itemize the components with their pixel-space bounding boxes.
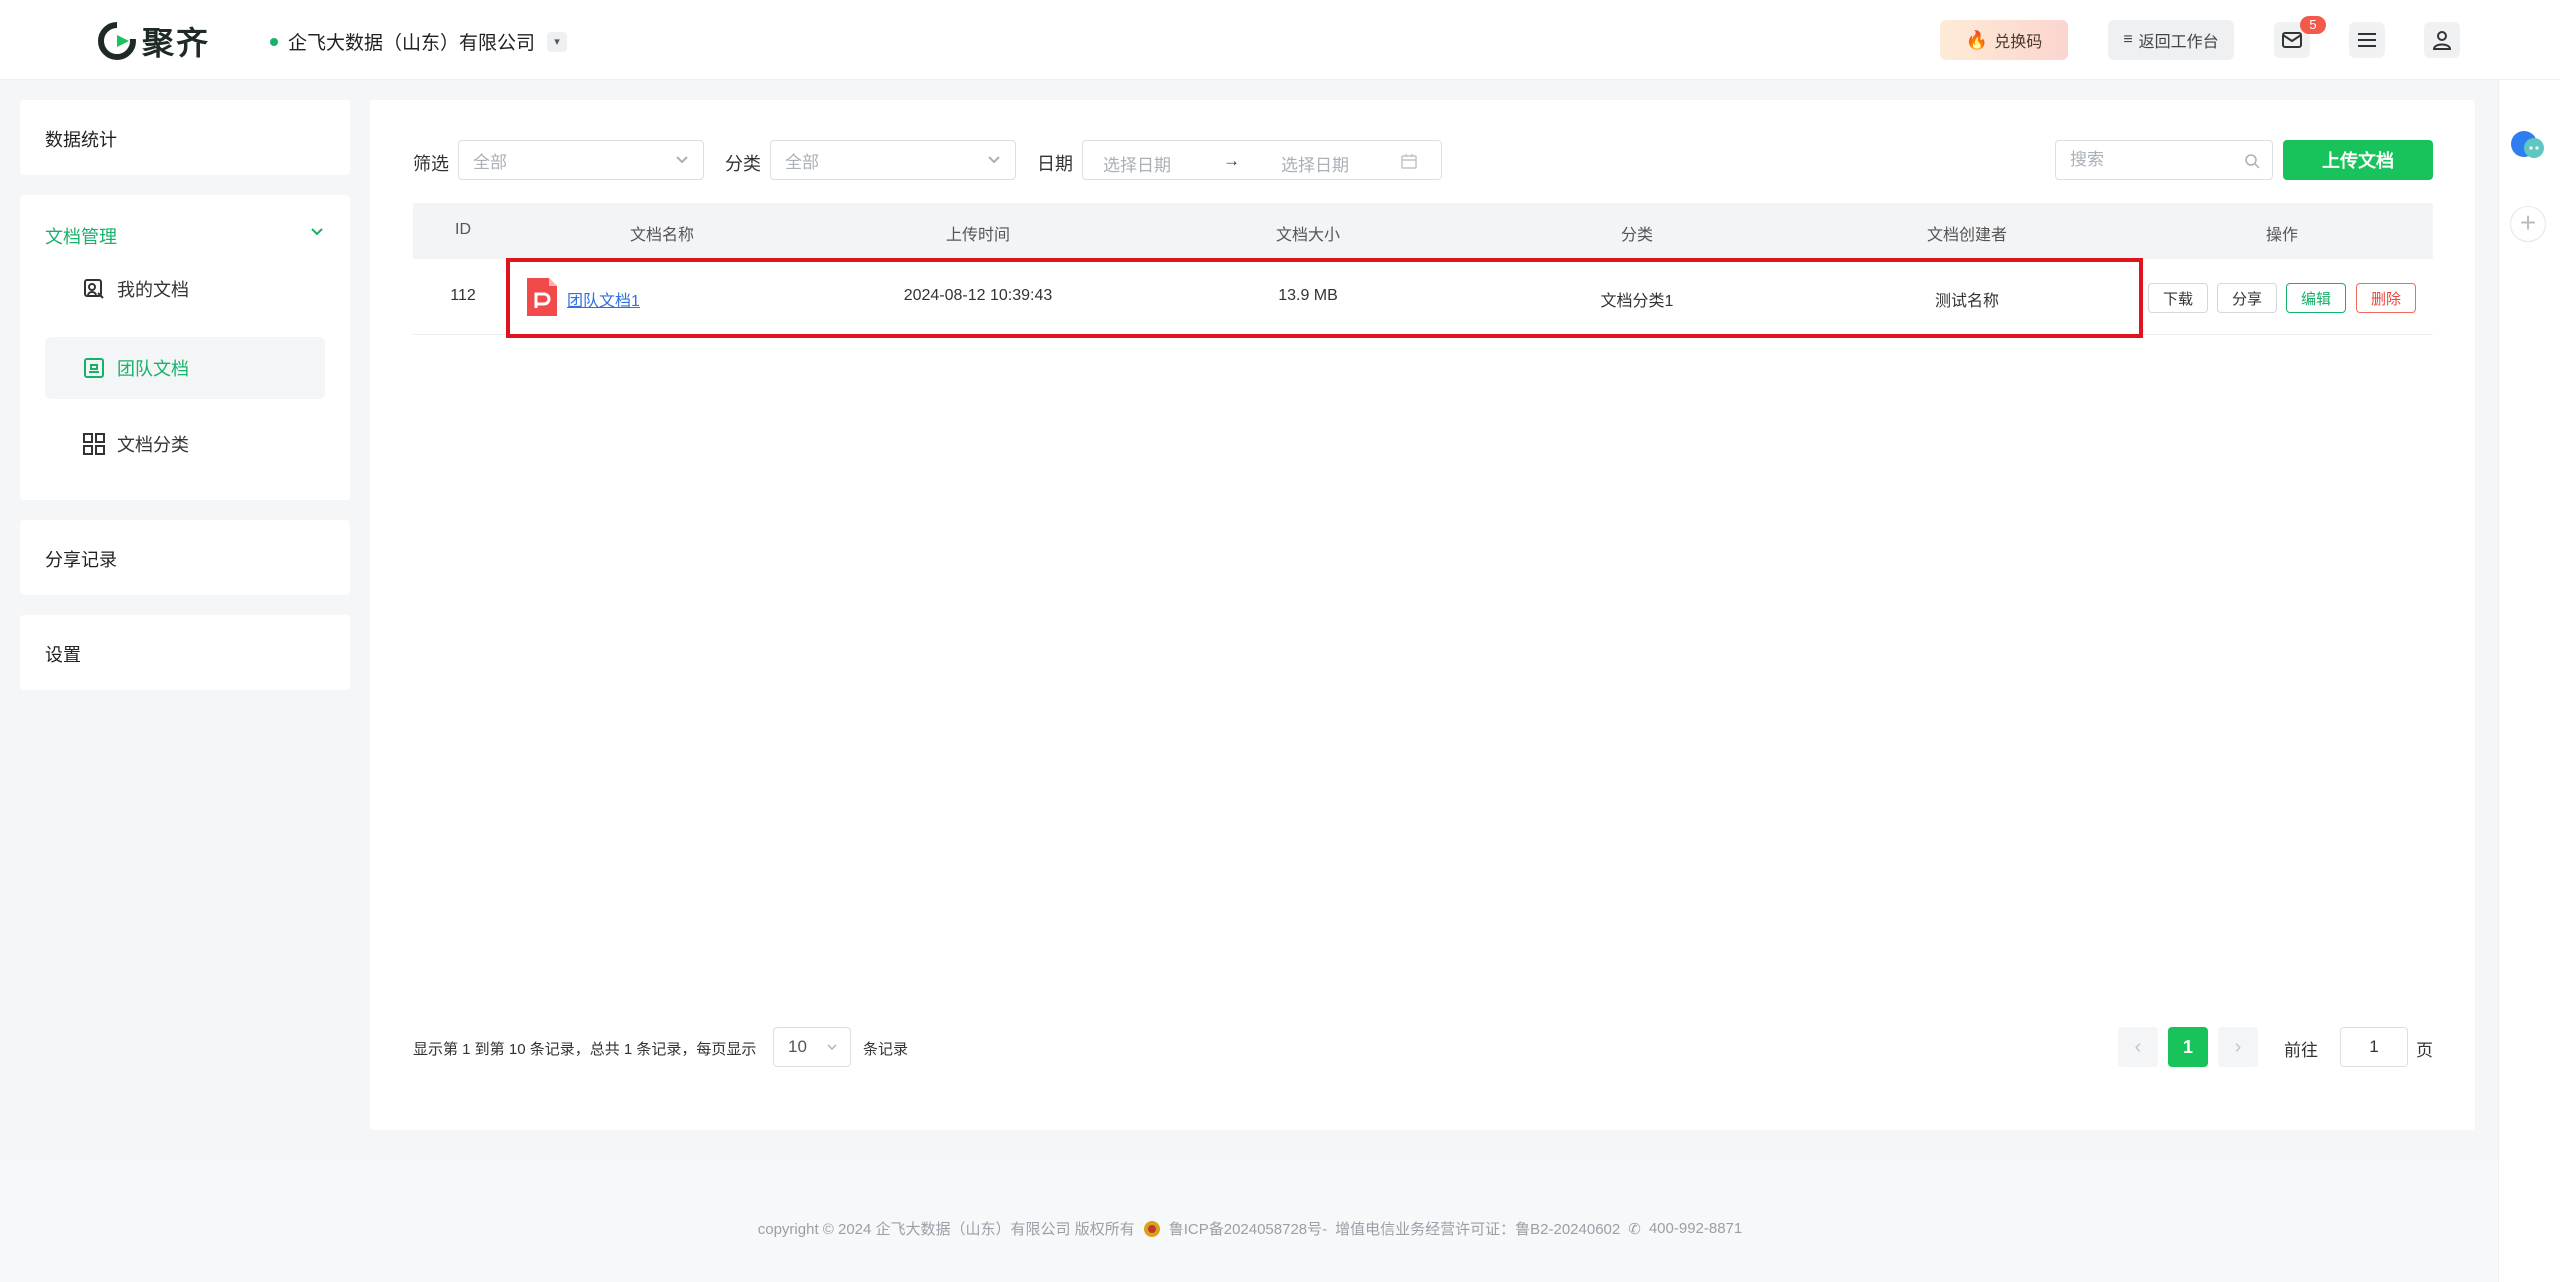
goto-label: 前往 — [2284, 1041, 2318, 1060]
search-placeholder: 搜索 — [2070, 150, 2104, 169]
back-to-workbench-button[interactable]: ≡ 返回工作台 — [2108, 20, 2234, 60]
sidebar-item-team-docs[interactable]: 团队文档 — [45, 337, 325, 399]
col-creator: 文档创建者 — [1926, 227, 2008, 244]
sidebar-item-stats[interactable]: 数据统计 — [20, 100, 350, 175]
phone-icon: ✆ — [1628, 1220, 1641, 1238]
menu-button[interactable] — [2349, 22, 2385, 58]
my-docs-label: 我的文档 — [117, 280, 189, 300]
company-name: 企飞大数据（山东）有限公司 — [288, 33, 536, 54]
col-size: 文档大小 — [1275, 227, 1341, 244]
mail-count-badge: 5 — [2300, 16, 2326, 34]
col-id: ID — [455, 221, 471, 238]
date-end-input[interactable]: 选择日期 — [1281, 151, 1349, 176]
cell-id: 112 — [450, 287, 476, 304]
chevron-left-icon: ‹ — [2134, 1035, 2142, 1058]
menu-icon — [2358, 33, 2376, 47]
filter-select[interactable]: 全部 — [458, 140, 704, 180]
redeem-label: 兑换码 — [1994, 34, 2043, 51]
doc-categories-label: 文档分类 — [117, 435, 189, 455]
redeem-code-button[interactable]: 🔥 兑换码 — [1940, 20, 2068, 60]
chevron-right-icon: › — [2234, 1035, 2242, 1058]
next-page-button[interactable]: › — [2218, 1027, 2258, 1067]
stats-label: 数据统计 — [45, 130, 117, 150]
filter-label: 筛选 — [413, 154, 449, 174]
license-text: 增值电信业务经营许可证：鲁B2-20240602 — [1335, 1221, 1621, 1238]
table-header: ID 文档名称 上传时间 文档大小 分类 文档创建者 操作 — [413, 203, 2433, 259]
filter-value: 全部 — [473, 152, 507, 172]
chevron-down-icon — [676, 156, 688, 164]
sidebar-item-doc-categories[interactable]: 文档分类 — [45, 413, 325, 475]
share-button[interactable]: 分享 — [2217, 283, 2277, 313]
my-docs-icon — [84, 279, 104, 299]
page-1-button[interactable]: 1 — [2168, 1027, 2208, 1067]
mail-icon — [2282, 32, 2302, 48]
team-docs-label: 团队文档 — [117, 359, 189, 379]
page-size-value: 10 — [788, 1037, 807, 1056]
col-actions: 操作 — [2265, 227, 2299, 244]
upload-document-button[interactable]: 上传文档 — [2283, 140, 2433, 180]
sidebar-item-share-records[interactable]: 分享记录 — [20, 520, 350, 595]
grid-icon — [83, 433, 105, 455]
list-icon: ≡ — [2123, 31, 2133, 48]
date-start-input[interactable]: 选择日期 — [1103, 151, 1171, 176]
col-category: 分类 — [1620, 227, 1654, 244]
brand-name: 聚齐 — [142, 25, 211, 61]
sidebar-item-my-docs[interactable]: 我的文档 — [45, 258, 325, 320]
copyright-text: copyright © 2024 企飞大数据（山东）有限公司 版权所有 — [757, 1221, 1135, 1238]
team-docs-icon — [84, 358, 104, 378]
footer-info: copyright © 2024 企飞大数据（山东）有限公司 版权所有 鲁ICP… — [0, 1218, 2500, 1239]
sidebar-item-settings[interactable]: 设置 — [20, 615, 350, 690]
sidebar-group-doc-management: 文档管理 我的文档 团队文档 文档分类 — [20, 195, 350, 500]
user-icon — [2432, 31, 2452, 50]
doc-management-label[interactable]: 文档管理 — [45, 223, 117, 249]
logo-mark-icon — [98, 22, 136, 60]
prev-page-button[interactable]: ‹ — [2118, 1027, 2158, 1067]
add-icon[interactable]: + — [2510, 206, 2546, 242]
date-label: 日期 — [1037, 154, 1073, 174]
goto-page-input[interactable]: 1 — [2340, 1027, 2408, 1067]
page-unit-label: 页 — [2416, 1041, 2433, 1060]
col-name: 文档名称 — [629, 227, 695, 244]
phone-text: 400-992-8871 — [1648, 1220, 1743, 1237]
calendar-icon — [1401, 154, 1417, 169]
brand-logo[interactable]: 聚齐 — [98, 18, 210, 64]
right-rail — [2498, 80, 2560, 1282]
delete-button[interactable]: 删除 — [2356, 283, 2416, 313]
status-dot — [270, 37, 278, 46]
category-select[interactable]: 全部 — [770, 140, 1016, 180]
chevron-down-icon — [988, 156, 1000, 164]
share-records-label: 分享记录 — [45, 550, 117, 570]
police-badge-icon — [1143, 1220, 1160, 1237]
chat-assistant-icon[interactable] — [2510, 130, 2546, 162]
date-arrow: → — [1223, 151, 1240, 170]
col-uploaded: 上传时间 — [945, 227, 1011, 244]
date-range-picker[interactable]: 选择日期 → 选择日期 — [1082, 140, 1442, 180]
edit-button[interactable]: 编辑 — [2286, 283, 2346, 313]
pagination-summary: 显示第 1 到第 10 条记录，总共 1 条记录，每页显示 — [413, 1041, 757, 1058]
category-value: 全部 — [785, 152, 819, 172]
category-label: 分类 — [725, 154, 761, 174]
page-size-select[interactable]: 10 — [773, 1027, 851, 1067]
highlight-box — [506, 258, 2143, 338]
chevron-down-icon[interactable] — [310, 227, 324, 237]
search-input[interactable]: 搜索 — [2055, 140, 2273, 180]
top-header: 聚齐 企飞大数据（山东）有限公司 ▾ 🔥 兑换码 ≡ 返回工作台 5 — [0, 0, 2560, 80]
caret-down-icon[interactable]: ▾ — [547, 31, 568, 52]
fire-icon: 🔥 — [1965, 29, 1989, 50]
back-label: 返回工作台 — [2138, 34, 2219, 51]
user-button[interactable] — [2424, 22, 2460, 58]
chevron-down-icon — [827, 1044, 837, 1051]
settings-label: 设置 — [45, 645, 81, 665]
page-size-suffix: 条记录 — [863, 1041, 909, 1058]
icp-link[interactable]: 鲁ICP备2024058728号- — [1169, 1218, 1327, 1239]
company-switcher[interactable]: 企飞大数据（山东）有限公司 ▾ — [270, 28, 568, 55]
download-button[interactable]: 下载 — [2148, 283, 2208, 313]
search-icon[interactable] — [2244, 153, 2260, 169]
